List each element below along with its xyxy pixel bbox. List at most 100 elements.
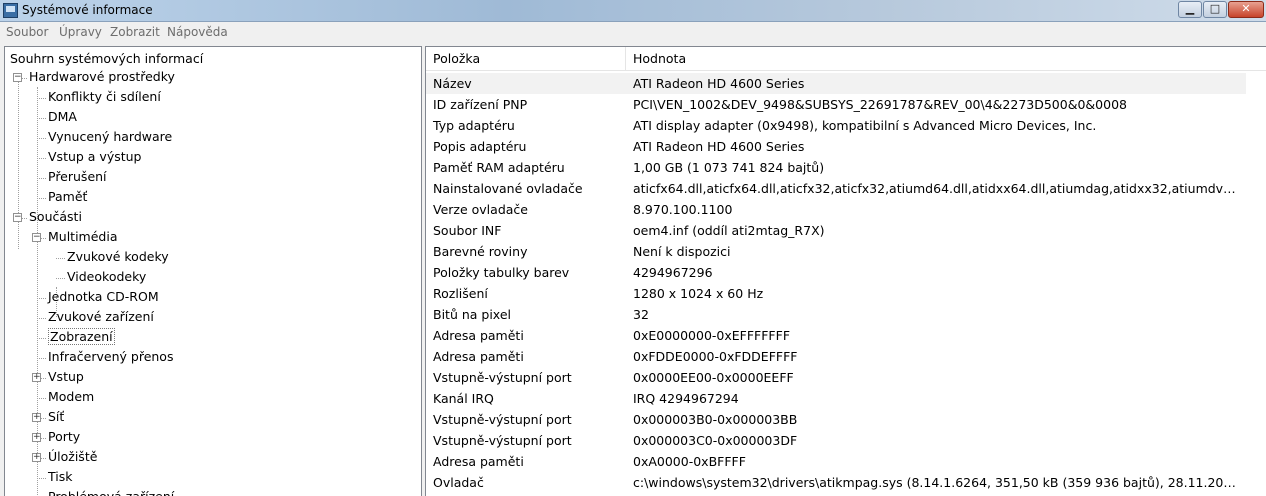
value-cell: 0x000003C0-0x000003DF xyxy=(633,433,798,448)
table-row[interactable]: Název ATI Radeon HD 4600 Series xyxy=(426,73,1246,94)
tree-item-label: Součásti xyxy=(29,209,82,224)
tree-item[interactable]: DMA xyxy=(48,108,77,126)
table-row[interactable]: Kanál IRQ IRQ 4294967294 xyxy=(426,388,1246,409)
tree-item[interactable]: Zvukové kodeky xyxy=(67,248,169,266)
tree-item[interactable]: Problémová zařízení xyxy=(48,488,174,496)
tree-item-label: Zvukové zařízení xyxy=(48,309,154,324)
table-row[interactable]: Paměť RAM adaptéru 1,00 GB (1 073 741 824… xyxy=(426,157,1246,178)
value-cell: 0xA0000-0xBFFFF xyxy=(633,454,746,469)
collapse-icon[interactable]: − xyxy=(32,233,41,242)
tree-item-label: Modem xyxy=(48,389,95,404)
table-row[interactable]: Adresa paměti 0xFDDE0000-0xFDDEFFFF xyxy=(426,346,1246,367)
tree-item[interactable]: Paměť xyxy=(48,188,87,206)
tree-item[interactable]: Modem xyxy=(48,388,94,406)
tree-item[interactable]: Multimédia xyxy=(48,228,118,246)
tree-item[interactable]: Součásti xyxy=(29,208,82,226)
value-cell: 1,00 GB (1 073 741 824 bajtů) xyxy=(633,160,825,175)
window-title: Systémové informace xyxy=(22,3,153,17)
tree-item[interactable]: Konflikty či sdílení xyxy=(48,88,161,106)
tree-connector xyxy=(37,358,46,359)
table-row[interactable]: Popis adaptéru ATI Radeon HD 4600 Series xyxy=(426,136,1246,157)
item-cell: Verze ovladače xyxy=(433,202,528,217)
tree-item-label: Úložiště xyxy=(48,449,98,464)
tree-item-label: Síť xyxy=(48,409,65,424)
tree-item-label: Zvukové kodeky xyxy=(67,249,169,264)
tree-item-label: Jednotka CD-ROM xyxy=(48,289,159,304)
tree-item-label: Paměť xyxy=(48,189,88,204)
item-cell: Bitů na pixel xyxy=(433,307,511,322)
tree-item[interactable]: Zvukové zařízení xyxy=(48,308,154,326)
close-button[interactable]: ✕ xyxy=(1228,1,1264,18)
tree-item-label: Videokodeky xyxy=(67,269,147,284)
table-row[interactable]: Vstupně-výstupní port 0x000003C0-0x000003… xyxy=(426,430,1246,451)
table-row[interactable]: Verze ovladače 8.970.100.1100 xyxy=(426,199,1246,220)
tree-item-label: Infračervený přenos xyxy=(48,349,174,364)
tree-connector xyxy=(37,118,46,119)
collapse-icon[interactable]: − xyxy=(13,73,22,82)
tree-item[interactable]: Síť xyxy=(48,408,64,426)
tree-connector xyxy=(37,158,46,159)
tree-item[interactable]: Úložiště xyxy=(48,448,97,466)
tree-item[interactable]: Jednotka CD-ROM xyxy=(48,288,159,306)
tree-connector xyxy=(37,198,46,199)
tree-item[interactable]: Vstup xyxy=(48,368,84,386)
table-row[interactable]: Adresa paměti 0xE0000000-0xEFFFFFFF xyxy=(426,325,1246,346)
column-header-value[interactable]: Hodnota xyxy=(626,47,1266,71)
item-cell: Položky tabulky barev xyxy=(433,265,570,280)
table-row[interactable]: Typ adaptéru ATI display adapter (0x9498)… xyxy=(426,115,1246,136)
tree-item-label: Zobrazení xyxy=(48,328,115,345)
tree-item-label: Vstup a výstup xyxy=(48,149,142,164)
tree-item[interactable]: Zobrazení xyxy=(48,328,115,346)
tree-item[interactable]: Přerušení xyxy=(48,168,107,186)
minimize-button[interactable]: ▁ xyxy=(1178,1,1202,18)
tree-item-label: Hardwarové prostředky xyxy=(29,69,175,84)
menu-view[interactable]: Zobrazit xyxy=(110,25,160,39)
tree-root[interactable]: Souhrn systémových informací xyxy=(10,50,203,68)
expand-icon[interactable]: + xyxy=(32,413,41,422)
tree-item[interactable]: Hardwarové prostředky xyxy=(29,68,175,86)
table-row[interactable]: Barevné roviny Není k dispozici xyxy=(426,241,1246,262)
table-row[interactable]: ID zařízení PNP PCI\VEN_1002&DEV_9498&SUB… xyxy=(426,94,1246,115)
column-header-item[interactable]: Položka xyxy=(426,47,626,71)
table-row[interactable]: Vstupně-výstupní port 0x000003B0-0x000003… xyxy=(426,409,1246,430)
table-row[interactable]: Bitů na pixel 32 xyxy=(426,304,1246,325)
tree-item[interactable]: Vynucený hardware xyxy=(48,128,172,146)
expand-icon[interactable]: + xyxy=(32,433,41,442)
maximize-button[interactable]: □ xyxy=(1203,1,1227,18)
item-cell: ID zařízení PNP xyxy=(433,97,528,112)
item-cell: Typ adaptéru xyxy=(433,118,515,133)
item-cell: Popis adaptéru xyxy=(433,139,527,154)
tree-connector xyxy=(56,278,65,279)
tree-connector xyxy=(37,318,46,319)
menu-edit[interactable]: Úpravy xyxy=(59,25,102,39)
value-cell: c:\windows\system32\drivers\atikmpag.sys… xyxy=(633,475,1238,490)
collapse-icon[interactable]: − xyxy=(13,213,22,222)
details-table[interactable]: Položka Hodnota Název ATI Radeon HD 4600 … xyxy=(425,46,1266,496)
menu-file[interactable]: Soubor xyxy=(6,25,48,39)
table-row[interactable]: Vstupně-výstupní port 0x0000EE00-0x0000EE… xyxy=(426,367,1246,388)
menu-help[interactable]: Nápověda xyxy=(167,25,228,39)
tree-item-label: Přerušení xyxy=(48,169,107,184)
item-cell: Barevné roviny xyxy=(433,244,528,259)
item-cell: Rozlišení xyxy=(433,286,488,301)
expand-icon[interactable]: + xyxy=(32,453,41,462)
expand-icon[interactable]: + xyxy=(32,373,41,382)
table-row[interactable]: Rozlišení 1280 x 1024 x 60 Hz xyxy=(426,283,1246,304)
tree-connector xyxy=(56,258,65,259)
table-row[interactable]: Ovladač c:\windows\system32\drivers\atikm… xyxy=(426,472,1246,493)
value-cell: 0x000003B0-0x000003BB xyxy=(633,412,798,427)
value-cell: 1280 x 1024 x 60 Hz xyxy=(633,286,764,301)
table-row[interactable]: Soubor INF oem4.inf (oddíl ati2mtag_R7X) xyxy=(426,220,1246,241)
tree-item[interactable]: Infračervený přenos xyxy=(48,348,173,366)
table-row[interactable]: Adresa paměti 0xA0000-0xBFFFF xyxy=(426,451,1246,472)
tree-item[interactable]: Tisk xyxy=(48,468,72,486)
tree-item[interactable]: Videokodeky xyxy=(67,268,146,286)
tree-item[interactable]: Porty xyxy=(48,428,80,446)
table-row[interactable]: Položky tabulky barev 4294967296 xyxy=(426,262,1246,283)
value-cell: ATI Radeon HD 4600 Series xyxy=(633,139,805,154)
category-tree[interactable]: Souhrn systémových informací Hardwarové … xyxy=(4,46,422,496)
table-row[interactable]: Nainstalované ovladače aticfx64.dll,aticf… xyxy=(426,178,1246,199)
value-cell: 8.970.100.1100 xyxy=(633,202,733,217)
tree-item[interactable]: Vstup a výstup xyxy=(48,148,142,166)
item-cell: Vstupně-výstupní port xyxy=(433,370,572,385)
